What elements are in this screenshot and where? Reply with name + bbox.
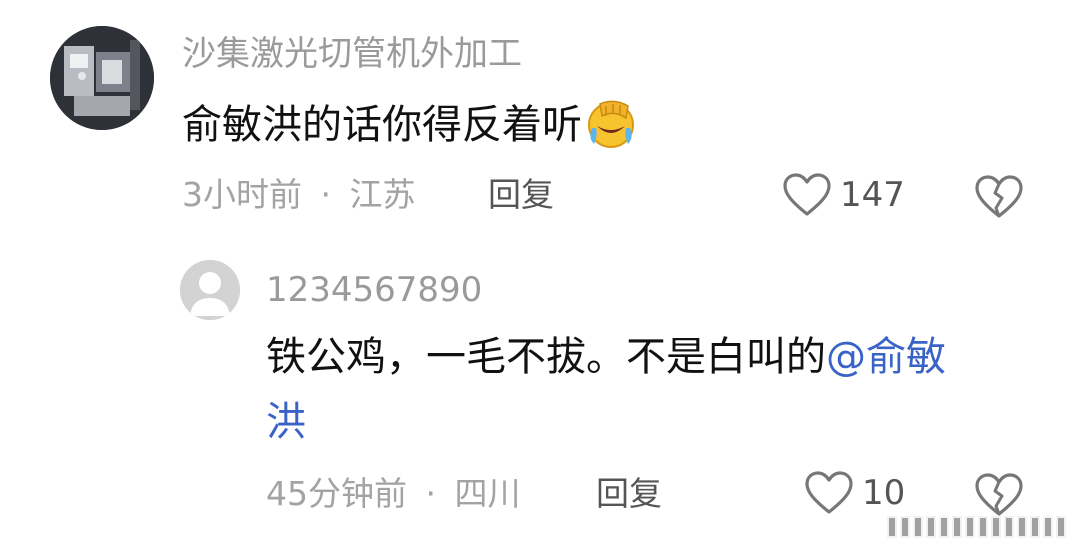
comment-meta: 45分钟前 · 四川 — [266, 474, 521, 514]
default-avatar-icon — [180, 260, 240, 320]
watermark-bar — [1004, 516, 1014, 538]
broken-heart-icon — [975, 473, 1023, 516]
watermark-bar — [913, 516, 923, 538]
watermark-bar — [926, 516, 936, 538]
dislike-button[interactable] — [974, 472, 1024, 522]
mention-link[interactable]: @俞敏 — [826, 334, 946, 380]
watermark-bar — [978, 516, 988, 538]
watermark-bar — [991, 516, 1001, 538]
watermark-bar — [887, 516, 897, 538]
like-count: 10 — [862, 473, 906, 513]
facepalm-laughing-emoji — [588, 100, 634, 148]
reply-button[interactable]: 回复 — [488, 175, 554, 215]
watermark-bar — [965, 516, 975, 538]
timestamp: 3小时前 — [182, 175, 302, 214]
like-button[interactable]: 10 — [804, 470, 905, 516]
watermark-bar — [1030, 516, 1040, 538]
heart-outline-icon — [805, 471, 853, 514]
watermark-bar — [1043, 516, 1053, 538]
username[interactable]: 沙集激光切管机外加工 — [182, 34, 522, 74]
heart-outline-icon — [783, 173, 831, 216]
comment-meta: 3小时前 · 江苏 — [182, 175, 416, 215]
watermark-bar — [900, 516, 910, 538]
comment-text-content: 铁公鸡，一毛不拔。不是白叫的 — [266, 334, 826, 380]
location: 四川 — [454, 474, 521, 513]
watermark-bar — [952, 516, 962, 538]
reply-button[interactable]: 回复 — [596, 474, 662, 514]
watermark-bar — [1056, 516, 1066, 538]
like-count: 147 — [840, 175, 905, 215]
meta-separator: · — [320, 175, 332, 214]
avatar[interactable] — [180, 260, 240, 320]
mention-link[interactable]: 洪 — [266, 399, 306, 445]
location: 江苏 — [349, 175, 416, 214]
like-button[interactable]: 147 — [782, 172, 905, 218]
comment-text-content: 俞敏洪的话你得反着听 — [182, 102, 582, 148]
comment-text: 俞敏洪的话你得反着听 — [182, 96, 638, 154]
meta-separator: · — [425, 474, 437, 513]
watermark — [887, 516, 1066, 538]
dislike-button[interactable] — [974, 174, 1024, 224]
watermark-bar — [939, 516, 949, 538]
avatar-image — [50, 26, 154, 130]
watermark-bar — [1017, 516, 1027, 538]
comment-text: 洪 — [266, 393, 306, 451]
avatar[interactable] — [50, 26, 154, 130]
comment-text: 铁公鸡，一毛不拔。不是白叫的@俞敏 — [266, 328, 946, 386]
broken-heart-icon — [975, 175, 1023, 218]
timestamp: 45分钟前 — [266, 474, 407, 513]
username[interactable]: 1234567890 — [266, 270, 482, 310]
